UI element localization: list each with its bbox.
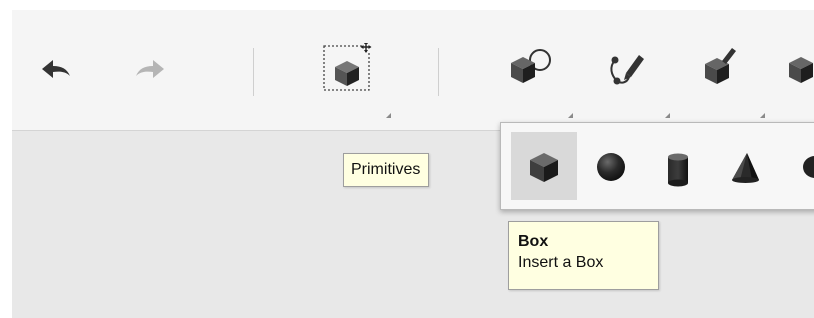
move-object-icon [323, 43, 372, 91]
box-menu-item[interactable] [511, 132, 577, 200]
dropdown-indicator[interactable] [760, 113, 765, 118]
app-frame: Primitives Box Insert a Box [0, 0, 814, 318]
box-tooltip: Box Insert a Box [508, 221, 659, 290]
tooltip-text: Primitives [351, 161, 421, 178]
modify-box-icon [705, 48, 736, 84]
sketch-pen-icon [610, 55, 644, 85]
move-object-button[interactable] [316, 43, 372, 99]
primitives-tooltip: Primitives [343, 153, 430, 187]
undo-arrow-icon [42, 60, 70, 78]
torus-icon [803, 156, 814, 178]
toolbar [12, 10, 814, 131]
cylinder-icon [668, 153, 688, 187]
torus-menu-item[interactable] [779, 132, 814, 200]
more-tools-icon [789, 57, 813, 83]
cone-icon [732, 153, 759, 183]
primitives-button[interactable] [502, 43, 554, 99]
dropdown-indicator[interactable] [386, 113, 391, 118]
toolbar-separator [253, 48, 254, 96]
tooltip-title: Box [518, 233, 549, 250]
toolbar-separator [438, 48, 439, 96]
redo-button[interactable] [122, 43, 174, 99]
cone-menu-item[interactable] [712, 132, 778, 200]
dropdown-indicator[interactable] [568, 113, 573, 118]
tooltip-description: Insert a Box [518, 254, 604, 271]
box-icon [530, 153, 558, 182]
redo-arrow-icon [136, 60, 164, 78]
primitives-icon [511, 49, 551, 83]
cylinder-menu-item[interactable] [645, 132, 711, 200]
sketch-button[interactable] [597, 43, 649, 99]
sphere-menu-item[interactable] [578, 132, 644, 200]
undo-button[interactable] [32, 43, 84, 99]
dropdown-indicator[interactable] [665, 113, 670, 118]
primitives-dropdown-menu [500, 122, 814, 210]
sphere-icon [597, 153, 625, 181]
more-tools-button[interactable] [785, 43, 814, 99]
modify-button[interactable] [695, 43, 747, 99]
